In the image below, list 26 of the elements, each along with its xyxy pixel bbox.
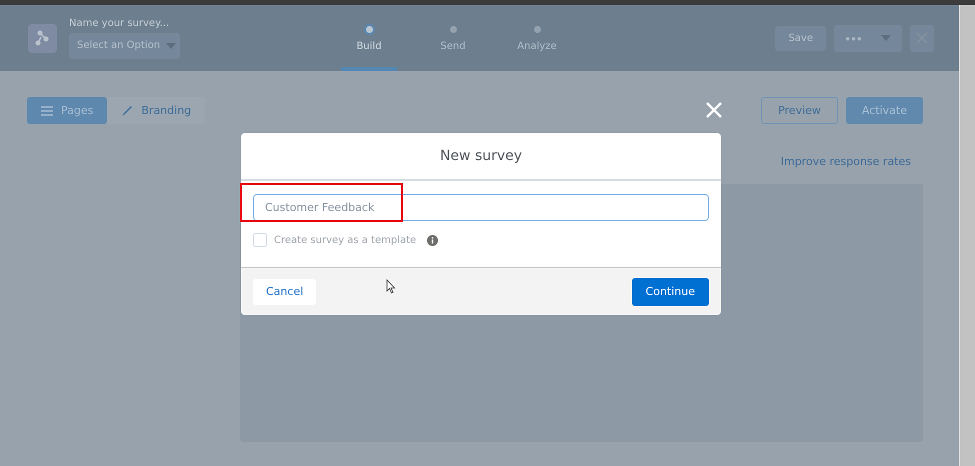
template-checkbox[interactable]	[253, 233, 267, 247]
survey-name-field[interactable]: Name your survey...	[69, 18, 329, 28]
survey-name-input[interactable]: Customer Feedback	[253, 194, 709, 221]
close-button[interactable]	[910, 24, 934, 52]
option-select[interactable]: Select an Option	[69, 32, 180, 58]
continue-button[interactable]: Continue	[632, 278, 709, 306]
brush-icon	[121, 104, 134, 116]
more-button[interactable]: ●●●	[834, 24, 902, 52]
list-icon	[41, 106, 53, 116]
step-tab[interactable]: Build	[341, 5, 397, 71]
info-icon	[427, 234, 438, 246]
survey-logo-icon	[28, 24, 57, 52]
caret-icon	[166, 42, 176, 48]
view-tab[interactable]: Pages	[27, 97, 108, 124]
improve-link[interactable]: Improve response rates	[780, 154, 911, 168]
dialog-title: New survey	[440, 148, 522, 164]
template-label: Create survey as a template	[274, 234, 416, 246]
activate-button[interactable]: Activate	[846, 97, 923, 124]
mouse-cursor-icon	[386, 279, 396, 294]
save-button[interactable]: Save	[775, 26, 826, 50]
cancel-button[interactable]: Cancel	[253, 278, 316, 304]
scrollbar[interactable]	[959, 5, 975, 466]
step-tab[interactable]: Analyze	[509, 5, 565, 71]
preview-button[interactable]: Preview	[761, 97, 838, 124]
step-tab[interactable]: Send	[425, 5, 481, 71]
close-icon[interactable]	[706, 102, 722, 118]
